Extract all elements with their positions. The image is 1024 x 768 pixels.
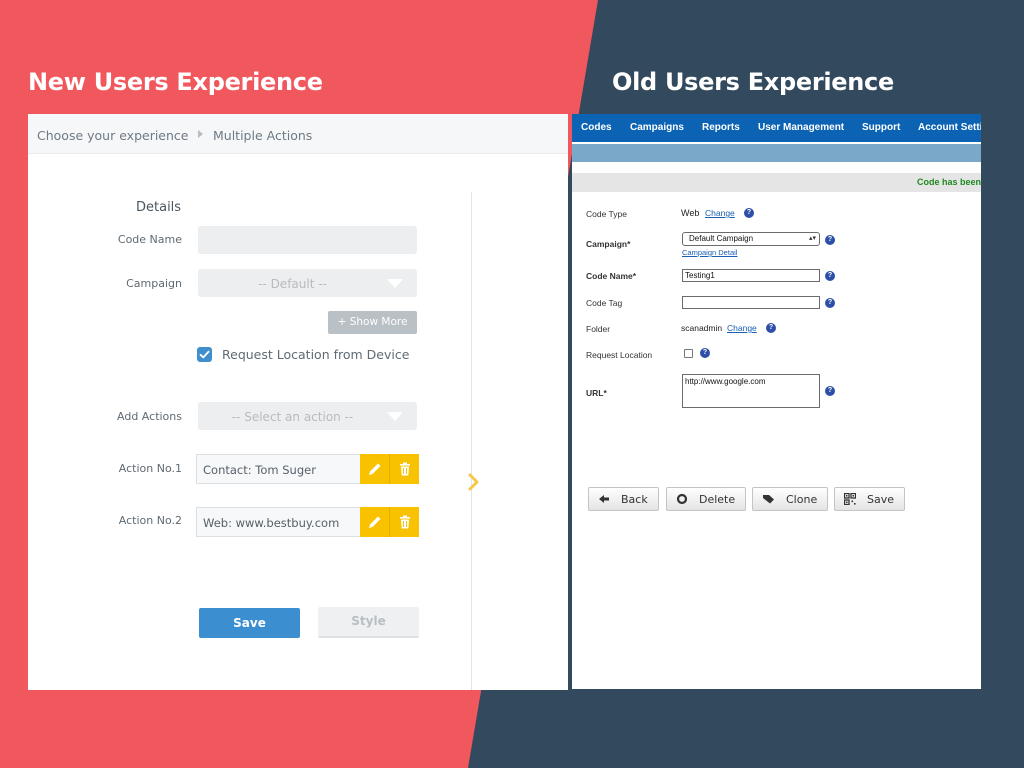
- help-icon[interactable]: ?: [825, 235, 835, 245]
- action-2-value: Web: www.bestbuy.com: [203, 516, 340, 530]
- code-name-input[interactable]: [198, 226, 417, 254]
- action-2-edit-button[interactable]: [360, 507, 390, 537]
- add-action-select[interactable]: -- Select an action --: [198, 402, 417, 430]
- help-icon[interactable]: ?: [825, 271, 835, 281]
- save-button[interactable]: Save: [199, 608, 300, 638]
- code-name-label: Code Name: [117, 233, 182, 246]
- pencil-icon: [369, 516, 381, 528]
- old-code-tag-label: Code Tag: [586, 298, 623, 308]
- breadcrumb: Choose your experience Multiple Actions: [28, 114, 568, 154]
- old-nav-bar: Codes Campaigns Reports User Management …: [572, 114, 981, 142]
- pencil-icon: [369, 463, 381, 475]
- add-action-select-value: -- Select an action --: [231, 410, 354, 424]
- old-save-button[interactable]: Save: [834, 487, 905, 511]
- old-delete-label: Delete: [699, 493, 736, 506]
- old-code-type-value: Web: [681, 208, 700, 218]
- old-nav-user-management[interactable]: User Management: [758, 122, 844, 133]
- action-1-field[interactable]: Contact: Tom Suger: [196, 454, 419, 484]
- old-save-label: Save: [867, 493, 895, 506]
- old-code-type-label: Code Type: [586, 209, 627, 219]
- old-folder-change-link[interactable]: Change: [727, 323, 757, 333]
- old-back-label: Back: [621, 493, 648, 506]
- campaign-select-value: -- Default --: [258, 277, 327, 291]
- old-nav-campaigns[interactable]: Campaigns: [630, 122, 684, 133]
- request-location-label: Request Location from Device: [222, 347, 410, 362]
- style-button[interactable]: Style: [318, 607, 419, 638]
- old-campaign-select[interactable]: Default Campaign ▴▾: [682, 232, 820, 246]
- action-2-label: Action No.2: [118, 514, 182, 527]
- old-experience-panel: Codes Campaigns Reports User Management …: [572, 114, 981, 689]
- old-clone-label: Clone: [786, 493, 818, 506]
- old-campaign-detail-link[interactable]: Campaign Detail: [682, 248, 737, 257]
- select-arrows-icon: ▴▾: [808, 235, 816, 242]
- old-code-type-change-link[interactable]: Change: [705, 208, 735, 218]
- show-more-button[interactable]: + Show More: [328, 311, 417, 334]
- arrow-left-icon: [599, 495, 609, 503]
- old-code-name-input[interactable]: Testing1: [682, 269, 820, 282]
- old-clone-button[interactable]: Clone: [752, 487, 828, 511]
- old-url-textarea[interactable]: http://www.google.com: [682, 374, 820, 408]
- help-icon[interactable]: ?: [825, 386, 835, 396]
- action-2-delete-button[interactable]: [389, 507, 419, 537]
- old-status-message: Code has been: [916, 177, 981, 187]
- campaign-select[interactable]: -- Default --: [198, 269, 417, 297]
- help-icon[interactable]: ?: [700, 348, 710, 358]
- chevron-down-icon: [387, 279, 403, 288]
- old-sub-bar: [572, 144, 981, 162]
- breadcrumb-multiple-actions: Multiple Actions: [213, 128, 313, 143]
- panel-divider: [471, 192, 472, 690]
- help-icon[interactable]: ?: [825, 298, 835, 308]
- trash-icon: [400, 515, 410, 529]
- old-back-button[interactable]: Back: [588, 487, 659, 511]
- help-icon[interactable]: ?: [744, 208, 754, 218]
- old-code-tag-input[interactable]: [682, 296, 820, 309]
- chevron-down-icon: [387, 412, 403, 421]
- action-1-value: Contact: Tom Suger: [203, 463, 316, 477]
- breadcrumb-separator-icon: [198, 130, 203, 138]
- trash-icon: [400, 462, 410, 476]
- old-folder-label: Folder: [586, 324, 611, 334]
- old-experience-heading: Old Users Experience: [612, 68, 894, 96]
- checkmark-icon: [199, 350, 210, 359]
- old-status-bar: Code has been: [572, 173, 981, 192]
- old-delete-button[interactable]: Delete: [666, 487, 746, 511]
- old-url-label: URL*: [586, 388, 607, 398]
- chevron-right-icon: [468, 473, 479, 491]
- request-location-checkbox[interactable]: [197, 347, 212, 362]
- old-nav-account-settings[interactable]: Account Setti: [918, 122, 981, 133]
- campaign-label: Campaign: [126, 277, 182, 290]
- details-title: Details: [136, 200, 182, 215]
- old-campaign-label: Campaign*: [586, 239, 631, 249]
- tag-icon: [763, 495, 774, 504]
- qr-code-icon: [844, 493, 856, 505]
- action-1-delete-button[interactable]: [389, 454, 419, 484]
- add-actions-label: Add Actions: [117, 410, 182, 423]
- action-1-label: Action No.1: [118, 462, 182, 475]
- breadcrumb-choose-experience[interactable]: Choose your experience: [37, 128, 188, 143]
- new-experience-heading: New Users Experience: [28, 68, 323, 96]
- old-nav-support[interactable]: Support: [862, 122, 900, 133]
- action-1-edit-button[interactable]: [360, 454, 390, 484]
- old-campaign-select-value: Default Campaign: [689, 234, 754, 243]
- old-nav-codes[interactable]: Codes: [581, 122, 612, 133]
- old-folder-value: scanadmin: [681, 323, 723, 333]
- delete-circle-icon: [676, 493, 688, 505]
- new-experience-panel: Choose your experience Multiple Actions …: [28, 114, 568, 690]
- action-2-field[interactable]: Web: www.bestbuy.com: [196, 507, 419, 537]
- old-nav-reports[interactable]: Reports: [702, 122, 740, 133]
- old-code-name-label: Code Name*: [586, 271, 637, 281]
- old-request-location-checkbox[interactable]: [684, 349, 693, 358]
- help-icon[interactable]: ?: [766, 323, 776, 333]
- old-request-location-label: Request Location: [586, 350, 653, 360]
